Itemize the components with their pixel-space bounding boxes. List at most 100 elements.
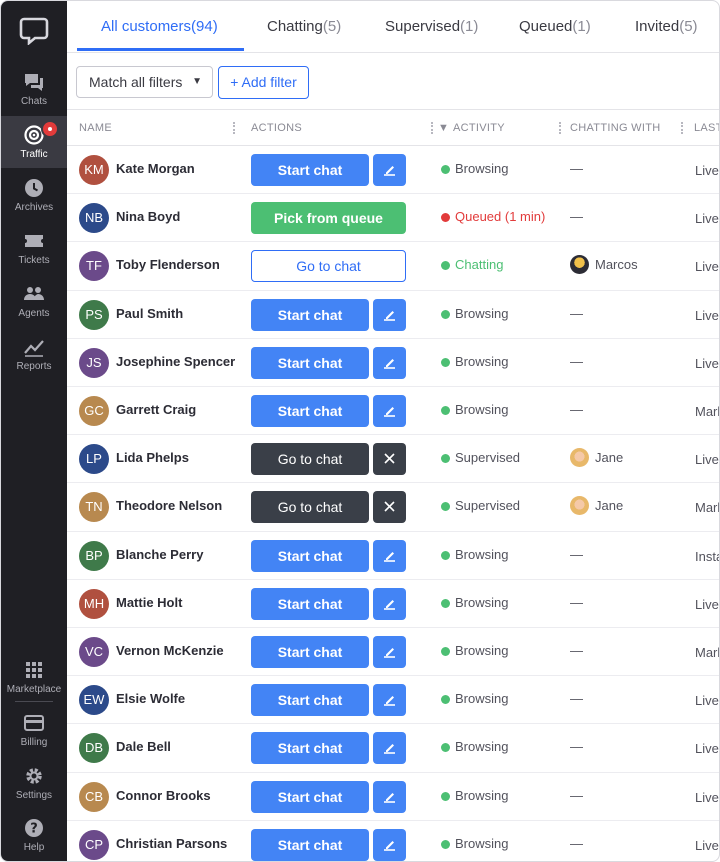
start-chat-button[interactable]: Start chat bbox=[251, 636, 369, 668]
sidebar-item-tickets[interactable]: Tickets bbox=[1, 222, 67, 274]
customer-name[interactable]: Christian Parsons bbox=[116, 821, 227, 861]
chats-icon bbox=[25, 73, 43, 91]
avatar: TN bbox=[79, 492, 109, 523]
agent-name: — bbox=[570, 594, 583, 610]
chatting-with: — bbox=[570, 821, 583, 861]
edit-button[interactable] bbox=[373, 346, 406, 379]
tab-count: (5) bbox=[679, 18, 698, 35]
tab-invited[interactable]: Invited(5) bbox=[635, 1, 698, 53]
archives-icon bbox=[25, 178, 43, 197]
start-chat-button[interactable]: Start chat bbox=[251, 395, 369, 427]
column-header-activity[interactable]: ACTIVITY bbox=[453, 110, 505, 146]
edit-button[interactable] bbox=[373, 684, 406, 717]
table-row[interactable]: VCVernon McKenzie Start chat Browsing — Mark bbox=[67, 628, 719, 677]
sidebar-item-traffic[interactable]: Traffic bbox=[1, 116, 67, 168]
edit-button[interactable] bbox=[373, 780, 406, 813]
edit-button[interactable] bbox=[373, 587, 406, 620]
customer-name[interactable]: Toby Flenderson bbox=[116, 242, 220, 288]
customer-name[interactable]: Theodore Nelson bbox=[116, 483, 222, 529]
edit-icon bbox=[384, 551, 395, 562]
column-header-last[interactable]: LAST bbox=[694, 110, 719, 146]
add-filter-button[interactable]: + Add filter bbox=[218, 66, 309, 99]
column-resize-handle[interactable] bbox=[431, 122, 433, 134]
customer-name[interactable]: Kate Morgan bbox=[116, 146, 195, 192]
sidebar-item-reports[interactable]: Reports bbox=[1, 328, 67, 380]
table-row[interactable]: KMKate Morgan Start chat Browsing — LiveC bbox=[67, 146, 719, 195]
table-row[interactable]: EWElsie Wolfe Start chat Browsing — LiveC bbox=[67, 676, 719, 725]
start-chat-button[interactable]: Start chat bbox=[251, 828, 369, 861]
column-resize-handle[interactable] bbox=[233, 122, 235, 134]
sidebar-item-help[interactable]: ? Help bbox=[1, 809, 67, 861]
customer-name[interactable]: Josephine Spencer bbox=[116, 339, 235, 385]
sidebar-item-marketplace[interactable]: Marketplace bbox=[1, 651, 67, 703]
table-row[interactable]: DBDale Bell Start chat Browsing — LiveC bbox=[67, 724, 719, 773]
table-row[interactable]: CP Christian Parsons Start chat Browsing — Li… bbox=[67, 821, 719, 861]
column-header-chatting-with[interactable]: CHATTING WITH bbox=[570, 110, 660, 146]
column-resize-handle[interactable] bbox=[559, 122, 561, 134]
edit-button[interactable] bbox=[373, 298, 406, 331]
start-chat-button[interactable]: Start chat bbox=[251, 154, 369, 186]
edit-button[interactable] bbox=[373, 732, 406, 765]
customer-name[interactable]: Connor Brooks bbox=[116, 773, 211, 819]
edit-button[interactable] bbox=[373, 636, 406, 668]
go-to-chat-button[interactable]: Go to chat bbox=[251, 250, 406, 283]
customer-name[interactable]: Elsie Wolfe bbox=[116, 676, 185, 722]
tab-chatting[interactable]: Chatting(5) bbox=[267, 1, 341, 53]
customer-name[interactable]: Paul Smith bbox=[116, 291, 183, 337]
table-row[interactable]: BPBlanche Perry Start chat Browsing — Insta bbox=[67, 532, 719, 580]
close-supervision-button[interactable] bbox=[373, 443, 406, 476]
start-chat-button[interactable]: Start chat bbox=[251, 346, 369, 379]
table-row[interactable]: CBConnor Brooks Start chat Browsing — LiveC bbox=[67, 773, 719, 821]
match-filters-dropdown[interactable]: Match all filters ▼ bbox=[76, 66, 213, 98]
customer-name[interactable]: Dale Bell bbox=[116, 724, 171, 770]
customer-name[interactable]: Vernon McKenzie bbox=[116, 628, 224, 674]
tab-queued[interactable]: Queued(1) bbox=[519, 1, 591, 53]
column-header-name[interactable]: NAME bbox=[79, 110, 112, 146]
sidebar-item-agents[interactable]: Agents bbox=[1, 275, 67, 327]
customer-name[interactable]: Garrett Craig bbox=[116, 387, 196, 433]
sort-desc-icon[interactable]: ▼ bbox=[438, 110, 449, 146]
table-row[interactable]: MHMattie Holt Start chat Browsing — LiveC bbox=[67, 580, 719, 628]
agent-name: — bbox=[570, 643, 583, 658]
customer-name[interactable]: Mattie Holt bbox=[116, 580, 182, 626]
go-to-chat-button[interactable]: Go to chat bbox=[251, 443, 369, 476]
table-row[interactable]: JS Josephine Spencer Start chat Browsing — Li… bbox=[67, 339, 719, 387]
close-supervision-button[interactable] bbox=[373, 491, 406, 524]
livechat-logo-icon[interactable] bbox=[19, 15, 49, 45]
table-row[interactable]: TN Theodore Nelson Go to chat Supervised Jan… bbox=[67, 483, 719, 532]
tab-label: Chatting bbox=[267, 18, 323, 35]
last-page: Live bbox=[695, 307, 719, 323]
go-to-chat-button[interactable]: Go to chat bbox=[251, 491, 369, 524]
start-chat-button[interactable]: Start chat bbox=[251, 732, 369, 765]
last-page: LiveC bbox=[695, 837, 719, 853]
customer-name[interactable]: Nina Boyd bbox=[116, 194, 180, 240]
sidebar-item-billing[interactable]: Billing bbox=[1, 704, 67, 756]
customer-name[interactable]: Lida Phelps bbox=[116, 435, 189, 481]
sidebar-item-chats[interactable]: Chats bbox=[1, 63, 67, 115]
table-row[interactable]: PS Paul Smith Start chat Browsing — Live bbox=[67, 291, 719, 339]
column-resize-handle[interactable] bbox=[681, 122, 683, 134]
customer-name[interactable]: Blanche Perry bbox=[116, 532, 203, 578]
sidebar-item-archives[interactable]: Archives bbox=[1, 169, 67, 221]
start-chat-button[interactable]: Start chat bbox=[251, 298, 369, 331]
tab-supervised[interactable]: Supervised(1) bbox=[385, 1, 478, 53]
start-chat-button[interactable]: Start chat bbox=[251, 587, 369, 620]
pick-from-queue-button[interactable]: Pick from queue bbox=[251, 202, 406, 235]
table-row[interactable]: GCGarrett Craig Start chat Browsing — Mark bbox=[67, 387, 719, 436]
edit-button[interactable] bbox=[373, 539, 406, 572]
edit-button[interactable] bbox=[373, 154, 406, 186]
tab-all-customers[interactable]: All customers(94) bbox=[101, 1, 218, 53]
avatar: GC bbox=[79, 396, 109, 426]
table-row[interactable]: NB Nina Boyd Pick from queue Queued (1 min)… bbox=[67, 194, 719, 243]
sidebar-item-label: Billing bbox=[20, 736, 48, 748]
chatting-with: — bbox=[570, 532, 583, 578]
sidebar-item-settings[interactable]: Settings bbox=[1, 757, 67, 809]
edit-button[interactable] bbox=[373, 828, 406, 861]
table-row[interactable]: LP Lida Phelps Go to chat Supervised Jane Liv… bbox=[67, 435, 719, 484]
start-chat-button[interactable]: Start chat bbox=[251, 684, 369, 717]
edit-button[interactable] bbox=[373, 395, 406, 427]
start-chat-button[interactable]: Start chat bbox=[251, 539, 369, 572]
start-chat-button[interactable]: Start chat bbox=[251, 780, 369, 813]
avatar: LP bbox=[79, 444, 109, 475]
table-row[interactable]: TF Toby Flenderson Go to chat Chatting Marco… bbox=[67, 242, 719, 291]
